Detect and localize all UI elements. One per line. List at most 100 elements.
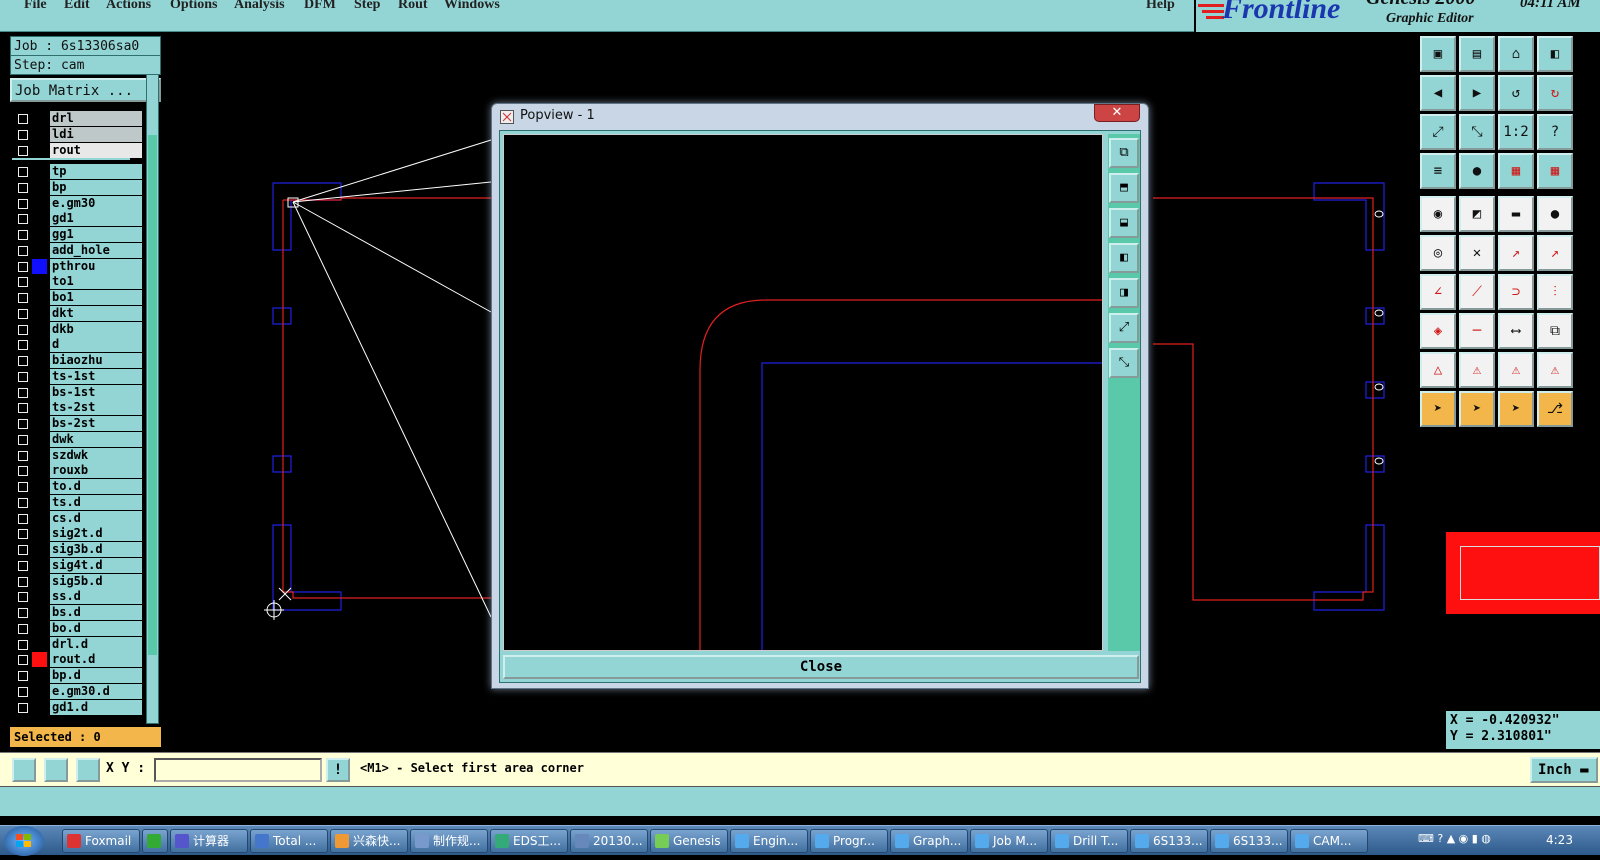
execute-icon[interactable]: ! — [326, 758, 350, 782]
pv-right-icon[interactable]: ◨ — [1109, 278, 1139, 308]
job-matrix-button[interactable]: Job Matrix ... — [10, 78, 161, 102]
layer-checkbox[interactable] — [18, 513, 28, 524]
layer-row[interactable]: szdwk — [12, 447, 142, 463]
layer-checkbox[interactable] — [18, 497, 28, 508]
menu-rout[interactable]: Rout — [398, 0, 428, 13]
layer-color-swatch[interactable] — [32, 447, 47, 463]
layer-row[interactable]: d — [12, 337, 142, 353]
layer-name[interactable]: bp — [50, 179, 142, 195]
layer-name[interactable]: dkt — [50, 305, 142, 321]
scrollbar-thumb[interactable] — [148, 135, 157, 655]
layer-row[interactable]: rout.d — [12, 652, 142, 668]
copy-icon[interactable]: ⧉ — [1537, 313, 1573, 349]
layer-color-swatch[interactable] — [32, 290, 47, 305]
layer-row[interactable]: ldi — [12, 127, 142, 142]
layer-name[interactable]: dwk — [50, 431, 142, 447]
overview-panel[interactable] — [1446, 532, 1600, 614]
layer-checkbox[interactable] — [18, 450, 28, 461]
layer-row[interactable]: bs-2st — [12, 416, 142, 431]
layer-color-swatch[interactable] — [32, 416, 47, 431]
layer-row[interactable]: drl.d — [12, 636, 142, 652]
layer-color-swatch[interactable] — [32, 384, 47, 400]
layer-name[interactable]: bo.d — [50, 620, 142, 636]
layer-color-swatch[interactable] — [32, 573, 47, 589]
layer-row[interactable]: sig2t.d — [12, 526, 142, 542]
pv-zoom-out-icon[interactable]: ⤢ — [1109, 313, 1139, 343]
layer-checkbox[interactable] — [18, 293, 28, 303]
taskbar-item[interactable]: Graph... — [890, 829, 968, 853]
layer-checkbox[interactable] — [18, 230, 28, 240]
line-icon[interactable]: ⟋ — [1459, 274, 1495, 310]
dot-icon[interactable]: ● — [1537, 196, 1573, 232]
menu-dfm[interactable]: DFM — [304, 0, 336, 13]
pad-red-icon[interactable]: ◈ — [1420, 313, 1456, 349]
layer-name[interactable]: gd1.d — [50, 699, 142, 715]
layer-row[interactable]: ts-1st — [12, 368, 142, 384]
layer-color-swatch[interactable] — [32, 368, 47, 384]
layer-color-swatch[interactable] — [32, 526, 47, 542]
layer-color-swatch[interactable] — [32, 143, 47, 158]
layer-name[interactable]: tp — [50, 164, 142, 179]
layer-name[interactable]: ts-2st — [50, 400, 142, 416]
ratio-icon[interactable]: 1:2 — [1498, 114, 1534, 150]
layer-color-swatch[interactable] — [32, 668, 47, 683]
layer-checkbox[interactable] — [18, 608, 28, 618]
layer-name[interactable]: bs-1st — [50, 384, 142, 400]
layer-color-swatch[interactable] — [32, 258, 47, 274]
taskbar-item[interactable]: 20130... — [570, 829, 648, 853]
layer-color-swatch[interactable] — [32, 400, 47, 416]
layer-row[interactable]: tp — [12, 164, 142, 179]
pv-zoom-in-icon[interactable]: ⤡ — [1109, 348, 1139, 378]
layer-name[interactable]: rouxb — [50, 463, 142, 479]
menu-help[interactable]: Help — [1146, 0, 1175, 13]
layer-checkbox[interactable] — [18, 114, 28, 124]
popview-titlebar[interactable]: Popview - 1 — [492, 104, 1148, 130]
layer-name[interactable]: sig3b.d — [50, 542, 142, 557]
taskbar-item[interactable]: Total ... — [250, 829, 328, 853]
menu-file[interactable]: File — [24, 0, 47, 13]
layer-row[interactable]: dkt — [12, 305, 142, 321]
layer-color-swatch[interactable] — [32, 620, 47, 636]
layer-color-swatch[interactable] — [32, 605, 47, 620]
layer-checkbox[interactable] — [18, 545, 28, 555]
menu-windows[interactable]: Windows — [444, 0, 500, 13]
popview-close-button[interactable]: Close — [503, 655, 1139, 679]
taskbar-item[interactable] — [142, 829, 168, 853]
layer-color-swatch[interactable] — [32, 242, 47, 258]
measure-icon[interactable]: ⟷ — [1498, 313, 1534, 349]
layer-checkbox[interactable] — [18, 686, 28, 697]
layer-name[interactable]: drl.d — [50, 636, 142, 652]
hline-icon[interactable]: ─ — [1459, 313, 1495, 349]
layer-row[interactable]: ts.d — [12, 494, 142, 510]
layer-checkbox[interactable] — [18, 592, 28, 603]
taskbar-item[interactable]: Genesis — [650, 829, 728, 853]
layer-checkbox[interactable] — [18, 387, 28, 398]
layer-color-swatch[interactable] — [32, 111, 47, 126]
layer-color-swatch[interactable] — [32, 305, 47, 321]
popview-canvas[interactable] — [503, 134, 1103, 651]
layer-row[interactable]: bs-1st — [12, 384, 142, 400]
layer-row[interactable]: gg1 — [12, 227, 142, 242]
layer-color-swatch[interactable] — [32, 652, 47, 668]
layer-name[interactable]: rout.d — [50, 652, 142, 668]
layer-name[interactable]: biaozhu — [50, 353, 142, 368]
layer-name[interactable]: e.gm30 — [50, 195, 142, 211]
connect-icon[interactable]: ◎ — [1420, 235, 1456, 271]
layer-name[interactable]: to1 — [50, 274, 142, 290]
layer-name[interactable]: ss.d — [50, 589, 142, 605]
layer-checkbox[interactable] — [18, 419, 28, 429]
taskbar-item[interactable]: Foxmail — [62, 829, 140, 853]
layer-name[interactable]: d — [50, 337, 142, 353]
layer-row[interactable]: bp — [12, 179, 142, 195]
layer-name[interactable]: pthrou — [50, 258, 142, 274]
layers-red-icon[interactable]: ▦ — [1498, 153, 1534, 189]
layer-row[interactable]: pthrou — [12, 258, 142, 274]
pv-bottom-icon[interactable]: ⬓ — [1109, 208, 1139, 238]
layer-row[interactable]: biaozhu — [12, 353, 142, 368]
redo-icon[interactable]: ↻ — [1537, 75, 1573, 111]
taskbar-item[interactable]: Engin... — [730, 829, 808, 853]
taskbar-item[interactable]: 计算器 — [170, 829, 248, 853]
layer-checkbox[interactable] — [18, 277, 28, 288]
route-icon[interactable]: ⎇ — [1537, 391, 1573, 427]
layer-color-swatch[interactable] — [32, 683, 47, 699]
